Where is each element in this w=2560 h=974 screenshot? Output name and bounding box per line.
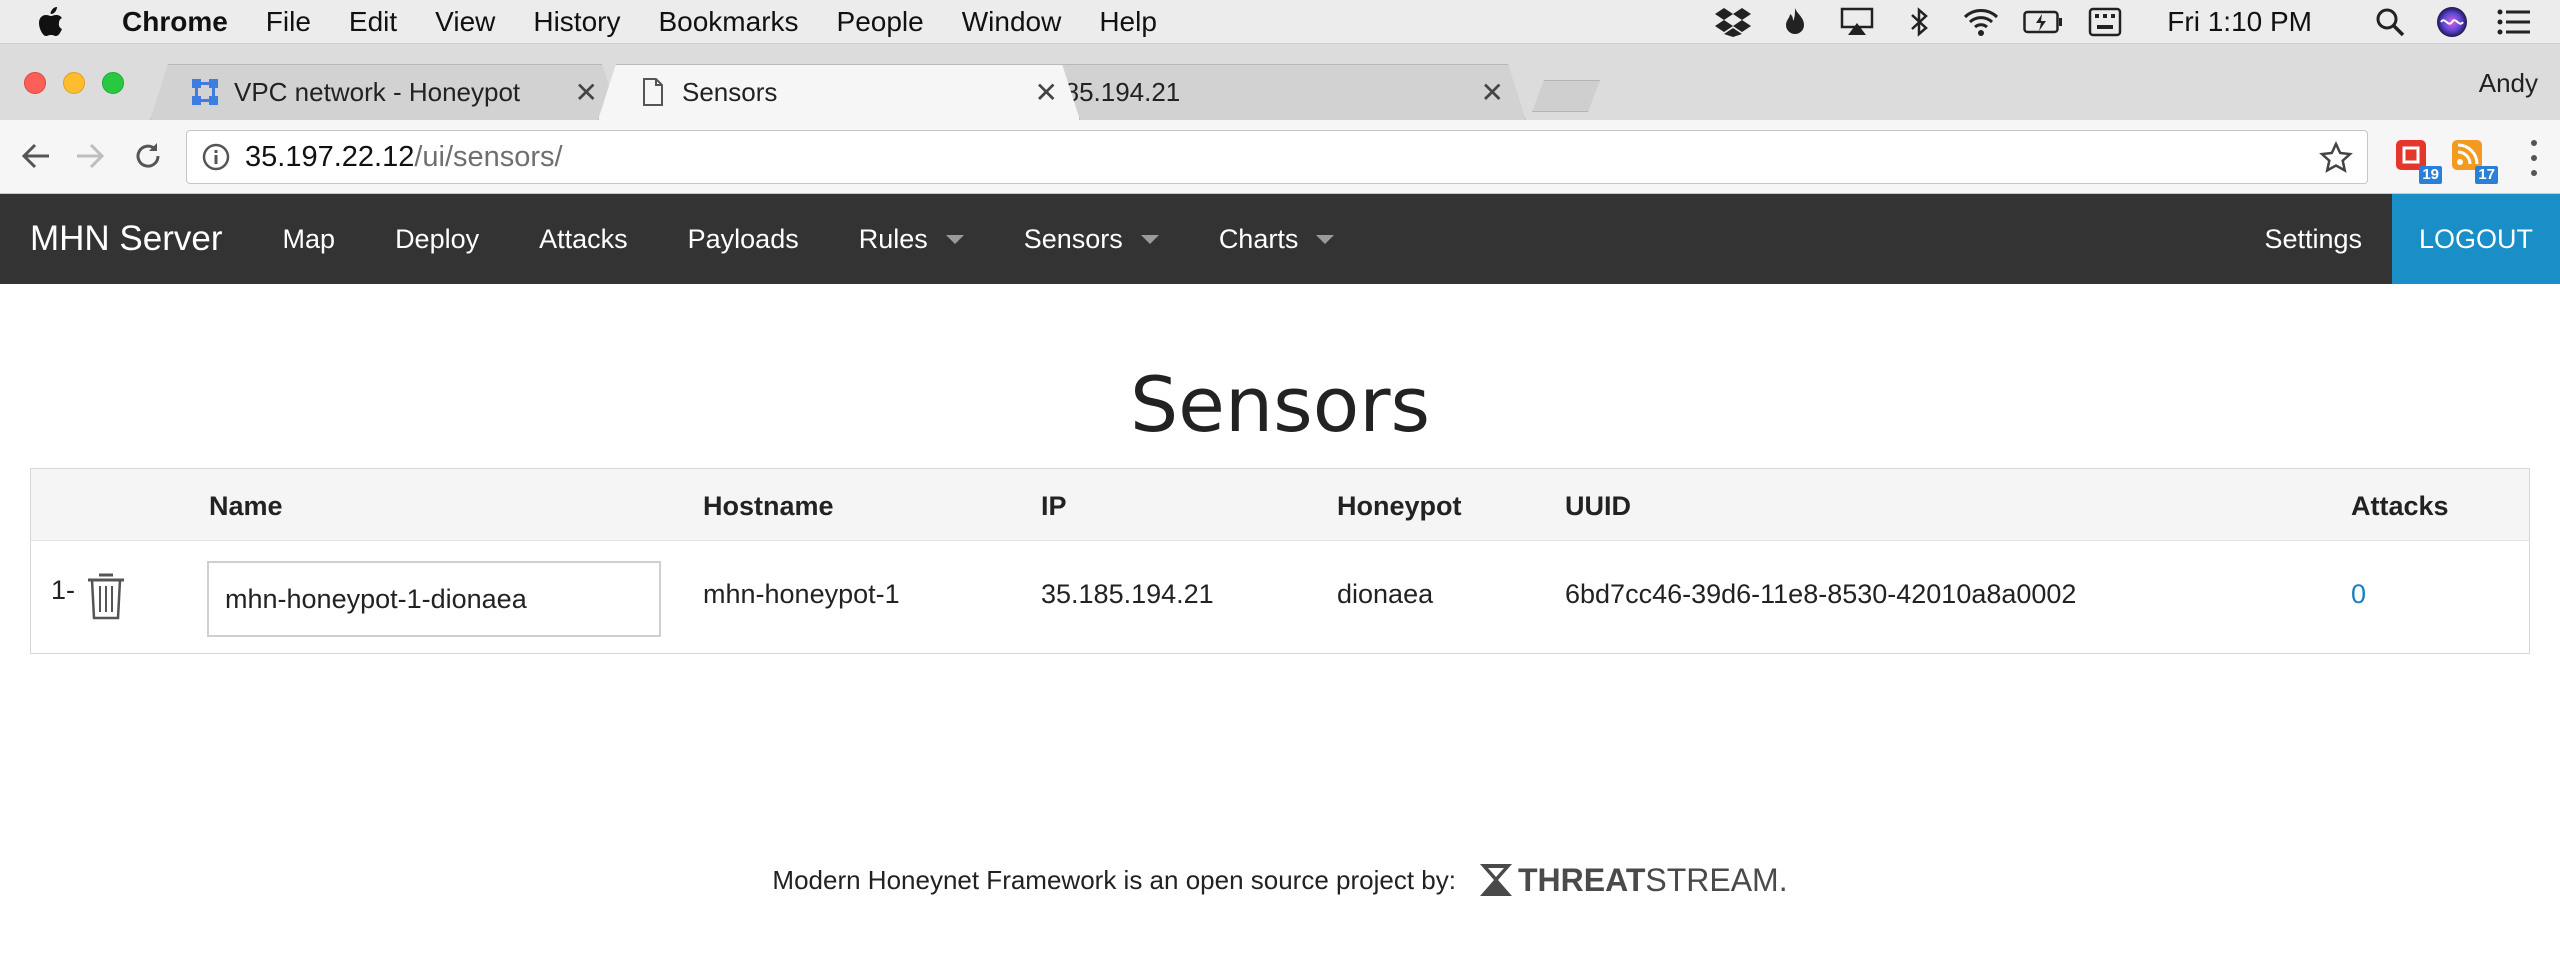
- nav-label: Sensors: [1023, 223, 1123, 254]
- tab-title: 35.185.194.21: [1014, 76, 1181, 107]
- header-attacks: Attacks: [2351, 491, 2449, 521]
- nav-deploy[interactable]: Deploy: [395, 224, 479, 255]
- nav-links: Map Deploy Attacks Payloads Rules Sensor…: [253, 224, 1365, 255]
- menu-people[interactable]: People: [837, 6, 924, 38]
- tab-title: Sensors: [682, 76, 778, 107]
- nav-label: Attacks: [539, 223, 628, 254]
- notification-center-icon[interactable]: [2494, 4, 2534, 40]
- nav-charts-dropdown[interactable]: Charts: [1219, 224, 1335, 255]
- tab-close-icon[interactable]: ✕: [1481, 76, 1504, 109]
- menu-bookmarks[interactable]: Bookmarks: [658, 6, 798, 38]
- nav-payloads[interactable]: Payloads: [688, 224, 799, 255]
- header-hostname: Hostname: [703, 491, 834, 521]
- window-close-button[interactable]: [24, 72, 46, 94]
- keyboard-viewer-icon[interactable]: [2085, 4, 2125, 40]
- window-zoom-button[interactable]: [102, 72, 124, 94]
- tab-close-icon[interactable]: ✕: [575, 76, 598, 109]
- caret-down-icon: [945, 234, 964, 244]
- table-row: 1- mhn-honeypot-1 35.185.194.21 dionaea …: [31, 541, 2529, 653]
- flame-icon[interactable]: [1775, 4, 1815, 40]
- nav-label: Payloads: [687, 223, 799, 254]
- back-icon[interactable]: [14, 134, 58, 178]
- cell-uuid: 6bd7cc46-39d6-11e8-8530-42010a8a0002: [1565, 579, 2077, 609]
- nav-label: Map: [282, 223, 336, 254]
- info-icon[interactable]: [201, 142, 231, 172]
- menubar-clock[interactable]: Fri 1:10 PM: [2167, 6, 2312, 38]
- menu-app-chrome[interactable]: Chrome: [122, 6, 228, 38]
- cell-honeypot: dionaea: [1337, 579, 1434, 609]
- header-name: Name: [209, 491, 283, 521]
- nav-rules-dropdown[interactable]: Rules: [859, 224, 964, 255]
- page-title: Sensors: [1129, 360, 1431, 449]
- table-header: Name Hostname IP Honeypot UUID Attacks: [31, 469, 2529, 541]
- logo-text: THREATSTREAM.: [1518, 862, 1788, 899]
- extension-red-icon[interactable]: 19: [2394, 138, 2442, 184]
- new-tab-button[interactable]: [1532, 80, 1600, 112]
- url-host: 35.197.22.12: [245, 140, 415, 173]
- apple-menu-icon[interactable]: [38, 0, 94, 44]
- tab-vpc-network[interactable]: VPC network - Honeypot ✕: [150, 64, 620, 120]
- header-honeypot: Honeypot: [1337, 491, 1462, 521]
- header-ip: IP: [1041, 491, 1067, 521]
- extension-badge: 19: [2419, 166, 2442, 184]
- menu-file[interactable]: File: [266, 6, 311, 38]
- macos-menu-bar: Chrome File Edit View History Bookmarks …: [0, 0, 2560, 44]
- cell-hostname: mhn-honeypot-1: [703, 579, 900, 609]
- reload-icon[interactable]: [126, 134, 170, 178]
- nav-label: Deploy: [395, 223, 480, 254]
- brand-link[interactable]: MHN Server: [30, 219, 223, 259]
- threatstream-logo-mark-icon: [1479, 864, 1512, 896]
- sensor-name-input[interactable]: [207, 561, 661, 637]
- bookmark-star-icon[interactable]: [2319, 141, 2353, 175]
- window-minimize-button[interactable]: [63, 72, 85, 94]
- caret-down-icon: [1316, 234, 1335, 244]
- extension-rss-icon[interactable]: 17: [2450, 138, 2498, 184]
- nav-label: Rules: [858, 223, 928, 254]
- vpc-network-icon: [190, 77, 220, 107]
- browser-toolbar: 35.197.22.12/ui/sensors/ 19 17: [0, 120, 2560, 194]
- menu-window[interactable]: Window: [962, 6, 1062, 38]
- address-bar[interactable]: 35.197.22.12/ui/sensors/: [186, 130, 2368, 184]
- attacks-count-link[interactable]: 0: [2351, 579, 2366, 610]
- tab-sensors[interactable]: Sensors ✕: [598, 64, 1080, 120]
- caret-down-icon: [1140, 234, 1159, 244]
- siri-icon[interactable]: [2432, 4, 2472, 40]
- dropbox-icon[interactable]: [1713, 4, 1753, 40]
- nav-sensors-dropdown[interactable]: Sensors: [1024, 224, 1159, 255]
- bluetooth-icon[interactable]: [1899, 4, 1939, 40]
- spotlight-search-icon[interactable]: [2370, 4, 2410, 40]
- menu-edit[interactable]: Edit: [349, 6, 397, 38]
- tab-title: VPC network - Honeypot: [234, 76, 521, 107]
- url-path: /ui/sensors/: [414, 140, 563, 173]
- airplay-icon[interactable]: [1837, 4, 1877, 40]
- header-uuid: UUID: [1565, 491, 1631, 521]
- nav-attacks[interactable]: Attacks: [539, 224, 628, 255]
- nav-label: Charts: [1218, 223, 1299, 254]
- settings-link[interactable]: Settings: [2264, 194, 2362, 284]
- trash-icon[interactable]: [85, 571, 127, 621]
- page-icon: [638, 77, 668, 107]
- forward-icon[interactable]: [68, 134, 112, 178]
- wifi-icon[interactable]: [1961, 4, 2001, 40]
- menu-view[interactable]: View: [435, 6, 495, 38]
- logout-button[interactable]: LOGOUT: [2392, 194, 2560, 284]
- battery-icon[interactable]: [2023, 4, 2063, 40]
- nav-map[interactable]: Map: [283, 224, 336, 255]
- extension-badge: 17: [2475, 166, 2498, 184]
- page-footer: Modern Honeynet Framework is an open sou…: [0, 860, 2560, 900]
- menu-help[interactable]: Help: [1099, 6, 1157, 38]
- threatstream-logo[interactable]: THREATSTREAM.: [1476, 860, 1788, 900]
- app-navbar: MHN Server Map Deploy Attacks Payloads R…: [0, 194, 2560, 284]
- logo-text-light: STREAM.: [1645, 861, 1788, 898]
- footer-text: Modern Honeynet Framework is an open sou…: [772, 864, 1456, 895]
- cell-ip: 35.185.194.21: [1041, 579, 1214, 609]
- sensors-table: Name Hostname IP Honeypot UUID Attacks 1…: [30, 468, 2530, 654]
- profile-name[interactable]: Andy: [2479, 68, 2538, 99]
- browser-tab-strip: VPC network - Honeypot ✕ 35.185.194.21 ✕…: [0, 44, 2560, 120]
- row-index: 1-: [51, 575, 76, 605]
- logo-text-bold: THREAT: [1517, 861, 1646, 898]
- chrome-menu-icon[interactable]: [2528, 140, 2540, 176]
- tab-close-icon[interactable]: ✕: [1035, 76, 1058, 109]
- menu-history[interactable]: History: [533, 6, 620, 38]
